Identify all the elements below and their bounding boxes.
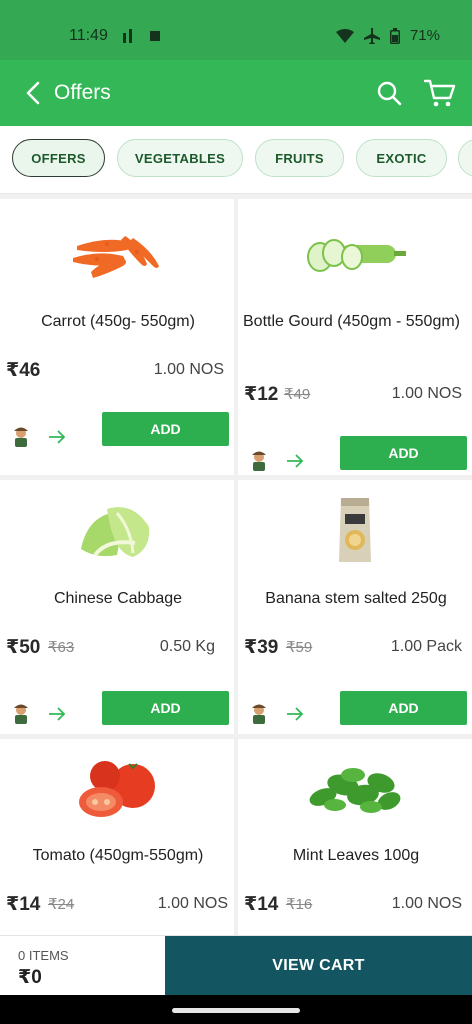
cart-summary-bar: 0 ITEMS ₹0 VIEW CART — [0, 935, 472, 996]
right-arrow-icon — [49, 430, 66, 444]
search-icon[interactable] — [376, 80, 402, 106]
add-button[interactable]: ADD — [340, 691, 467, 725]
farmer-icon — [252, 451, 266, 471]
cart-icon[interactable] — [424, 78, 456, 108]
chip-vegetables[interactable]: VEGETABLES — [117, 139, 243, 177]
product-qty: 1.00 NOS — [153, 361, 224, 378]
status-time: 11:49 — [69, 27, 108, 44]
product-image-mint-leaves — [238, 744, 472, 834]
farmer-icon — [14, 427, 28, 447]
product-qty: 1.00 NOS — [157, 895, 228, 912]
product-card-mint-leaves[interactable]: Mint Leaves 100g ₹14 ₹16 1.00 NOS — [238, 739, 472, 936]
app-bar: Offers — [0, 60, 472, 126]
stop-icon — [150, 31, 160, 41]
add-button[interactable]: ADD — [102, 691, 229, 725]
product-image-banana-stem — [238, 485, 472, 575]
product-grid: Carrot (450g- 550gm) ₹46 1.00 NOS ADD Bo… — [0, 196, 472, 936]
product-image-carrot — [0, 209, 234, 299]
add-button[interactable]: ADD — [102, 412, 229, 446]
home-gesture-handle[interactable] — [172, 1008, 300, 1013]
product-mrp: ₹49 — [284, 386, 311, 403]
product-mrp: ₹16 — [286, 896, 313, 913]
product-mrp: ₹24 — [48, 896, 75, 913]
battery-percent: 71% — [409, 27, 440, 44]
product-price: ₹39 — [244, 637, 279, 658]
product-image-tomato — [0, 744, 234, 834]
product-card-chinese-cabbage[interactable]: Chinese Cabbage ₹50 ₹63 0.50 Kg ADD — [0, 480, 234, 734]
product-card-banana-stem[interactable]: Banana stem salted 250g ₹39 ₹59 1.00 Pac… — [238, 480, 472, 734]
cart-total: ₹0 — [18, 967, 42, 988]
wifi-icon — [335, 28, 354, 43]
right-arrow-icon — [49, 707, 66, 721]
right-arrow-icon — [287, 454, 304, 468]
chip-exotic[interactable]: EXOTIC — [356, 139, 447, 177]
product-image-chinese-cabbage — [0, 485, 234, 575]
status-bar: 11:49 71% — [0, 0, 472, 60]
signal-bars-icon — [123, 29, 132, 43]
product-price: ₹46 — [6, 360, 41, 381]
farmer-icon — [252, 704, 266, 724]
battery-icon — [389, 27, 400, 44]
farmer-icon — [14, 704, 28, 724]
right-arrow-icon — [287, 707, 304, 721]
product-qty: 1.00 Pack — [390, 638, 462, 655]
view-cart-button[interactable]: VIEW CART — [165, 936, 472, 996]
product-qty: 1.00 NOS — [391, 895, 462, 912]
product-name: Tomato (450gm-550gm) — [32, 847, 204, 864]
product-name: Chinese Cabbage — [53, 590, 183, 607]
cart-item-count: 0 ITEMS — [18, 948, 69, 963]
chip-fruits[interactable]: FRUITS — [255, 139, 344, 177]
add-button[interactable]: ADD — [340, 436, 467, 470]
product-qty: 1.00 NOS — [391, 385, 462, 402]
product-name: Carrot (450g- 550gm) — [41, 313, 195, 330]
system-nav-bar — [0, 995, 472, 1024]
status-left-icons — [122, 29, 160, 43]
airplane-icon — [363, 27, 380, 44]
product-name: Bottle Gourd (450gm - 550gm) — [243, 313, 460, 330]
product-price: ₹14 — [244, 894, 279, 915]
status-right-icons: 71% — [335, 27, 440, 44]
product-card-bottle-gourd[interactable]: Bottle Gourd (450gm - 550gm) ₹12 ₹49 1.0… — [238, 199, 472, 475]
page-title: Offers — [54, 81, 111, 104]
product-price: ₹50 — [6, 637, 41, 658]
product-qty: 0.50 Kg — [159, 638, 215, 655]
product-card-tomato[interactable]: Tomato (450gm-550gm) ₹14 ₹24 1.00 NOS — [0, 739, 234, 936]
back-arrow-icon[interactable] — [22, 80, 48, 106]
product-image-bottle-gourd — [238, 209, 472, 299]
product-price: ₹12 — [244, 384, 279, 405]
chip-offers[interactable]: OFFERS — [12, 139, 105, 177]
product-mrp: ₹59 — [286, 639, 313, 656]
product-price: ₹14 — [6, 894, 41, 915]
product-name: Banana stem salted 250g — [265, 590, 447, 607]
chip-partial[interactable] — [458, 139, 472, 177]
product-mrp: ₹63 — [48, 639, 75, 656]
product-name: Mint Leaves 100g — [292, 847, 420, 864]
category-chip-bar: OFFERS VEGETABLES FRUITS EXOTIC — [0, 126, 472, 194]
product-card-carrot[interactable]: Carrot (450g- 550gm) ₹46 1.00 NOS ADD — [0, 199, 234, 475]
